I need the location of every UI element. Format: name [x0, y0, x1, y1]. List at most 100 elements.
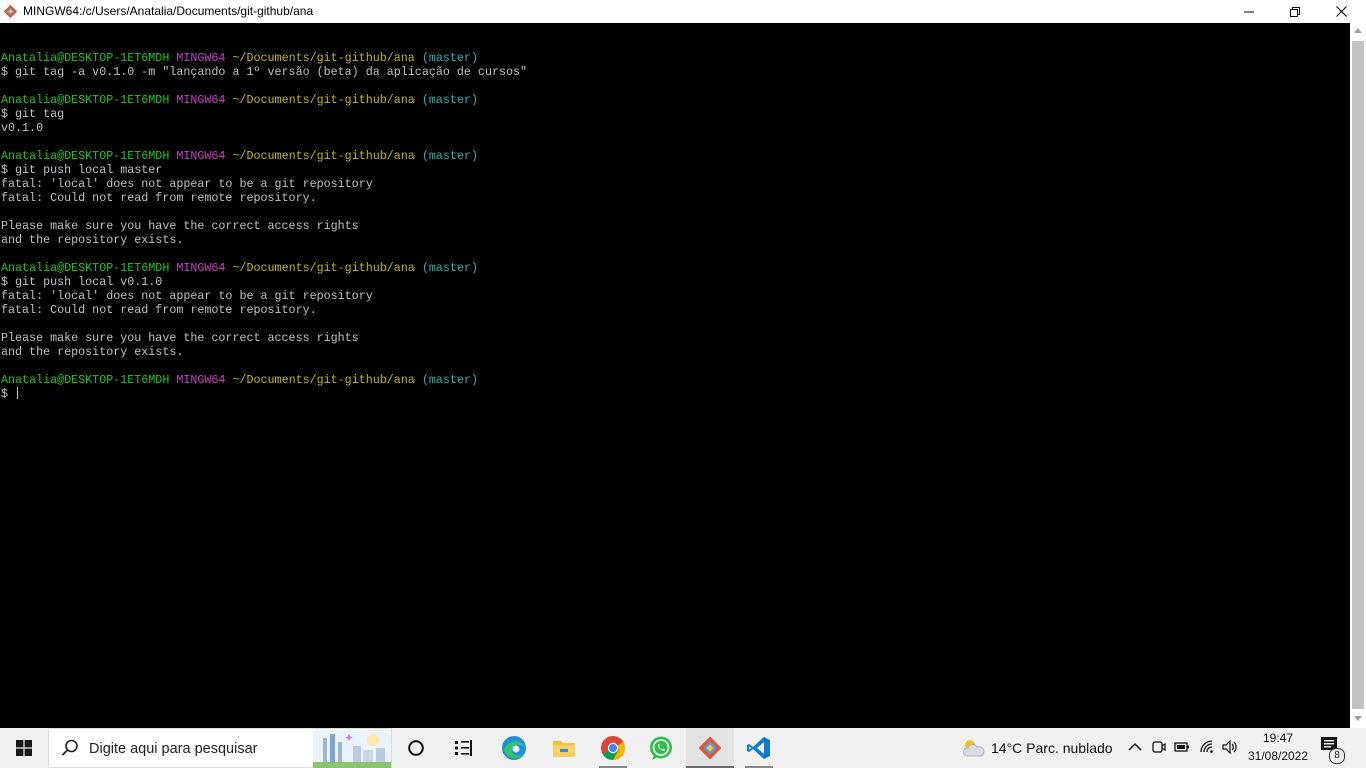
prompt-line: Anatalia@DESKTOP-1ET6MDH MINGW64 ~/Docum… [1, 373, 527, 387]
terminal-line: Please make sure you have the correct ac… [1, 219, 527, 233]
terminal-line-text: Please make sure you have the correct ac… [1, 219, 359, 233]
prompt-line: Anatalia@DESKTOP-1ET6MDH MINGW64 ~/Docum… [1, 261, 527, 275]
taskbar-vscode[interactable] [735, 728, 783, 768]
prompt-user-host: Anatalia@DESKTOP-1ET6MDH [1, 51, 170, 65]
prompt-branch: (master) [421, 93, 478, 107]
restore-icon [1290, 6, 1300, 17]
terminal-output-area[interactable]: Anatalia@DESKTOP-1ET6MDH MINGW64 ~/Docum… [0, 23, 1350, 728]
battery-icon[interactable] [1174, 739, 1190, 755]
vertical-scrollbar[interactable] [1350, 23, 1366, 728]
taskbar-whatsapp[interactable] [637, 728, 685, 768]
scroll-up-arrow-icon[interactable] [1354, 28, 1362, 33]
windows-logo-icon [16, 740, 32, 756]
terminal-line-text: and the repository exists. [1, 233, 184, 247]
vscode-icon [747, 737, 770, 759]
terminal-line-text: fatal: Could not read from remote reposi… [1, 191, 317, 205]
prompt-branch: (master) [421, 373, 478, 387]
meet-now-icon[interactable] [1152, 739, 1166, 755]
terminal-line: fatal: 'local' does not appear to be a g… [1, 289, 527, 303]
weather-text[interactable]: 14°C Parc. nublado [991, 740, 1113, 756]
taskbar-task-view[interactable] [392, 728, 440, 768]
minimize-button[interactable] [1226, 0, 1272, 23]
whatsapp-icon [650, 736, 672, 760]
prompt-env: MINGW64 [176, 51, 226, 65]
edge-icon [502, 736, 526, 760]
close-button[interactable] [1318, 0, 1364, 23]
scroll-down-arrow-icon[interactable] [1354, 716, 1362, 721]
search-icon [61, 739, 78, 756]
terminal-line-text: fatal: 'local' does not appear to be a g… [1, 289, 373, 303]
prompt-path: ~/Documents/git-github/ana [232, 261, 415, 275]
search-highlight-illustration-icon [313, 730, 391, 768]
terminal-line-text: and the repository exists. [1, 345, 184, 359]
prompt-env: MINGW64 [176, 373, 226, 387]
terminal-line-text: $ [1, 387, 16, 401]
scrollbar-thumb[interactable] [1352, 41, 1364, 709]
terminal-line: Please make sure you have the correct ac… [1, 331, 527, 345]
prompt-path: ~/Documents/git-github/ana [232, 149, 415, 163]
prompt-path: ~/Documents/git-github/ana [232, 373, 415, 387]
system-tray: 14°C Parc. nublado 19:47 31/08/2022 8 [955, 728, 1366, 768]
terminal-line: $ git push local master [1, 163, 527, 177]
taskbar-chrome[interactable] [589, 728, 637, 768]
taskbar-edge[interactable] [490, 728, 538, 768]
current-input-line: $ [1, 387, 527, 401]
prompt-user-host: Anatalia@DESKTOP-1ET6MDH [1, 261, 170, 275]
prompt-path: ~/Documents/git-github/ana [232, 93, 415, 107]
prompt-user-host: Anatalia@DESKTOP-1ET6MDH [1, 149, 170, 163]
terminal-line: $ git tag [1, 107, 527, 121]
title-bar[interactable]: MINGW64:/c/Users/Anatalia/Documents/git-… [0, 0, 1366, 23]
prompt-branch: (master) [421, 261, 478, 275]
start-button[interactable] [0, 728, 48, 768]
terminal-line: and the repository exists. [1, 233, 527, 247]
terminal-line-text: v0.1.0 [1, 121, 44, 135]
prompt-user-host: Anatalia@DESKTOP-1ET6MDH [1, 93, 170, 107]
terminal-line-text: $ git push local v0.1.0 [1, 275, 163, 289]
terminal-line: fatal: Could not read from remote reposi… [1, 191, 527, 205]
folder-icon [553, 741, 575, 757]
chrome-icon [601, 736, 626, 760]
text-cursor [17, 387, 19, 399]
taskbar-git-bash[interactable] [686, 728, 734, 768]
prompt-branch: (master) [421, 149, 478, 163]
git-bash-app-icon [3, 4, 18, 19]
restore-button[interactable] [1272, 0, 1318, 23]
prompt-env: MINGW64 [176, 149, 226, 163]
taskbar: Digite aqui para pesquisar 14°C Parc. nu… [0, 728, 1366, 768]
wifi-icon[interactable] [1199, 739, 1215, 755]
clock-time[interactable]: 19:47 [1245, 731, 1311, 746]
terminal-line-text: fatal: Could not read from remote reposi… [1, 303, 317, 317]
terminal-line-text: $ git push local master [1, 163, 163, 177]
taskbar-widgets[interactable] [440, 728, 488, 768]
terminal-lines: Anatalia@DESKTOP-1ET6MDH MINGW64 ~/Docum… [1, 37, 527, 401]
git-icon [698, 736, 722, 760]
prompt-user-host: Anatalia@DESKTOP-1ET6MDH [1, 373, 170, 387]
prompt-line: Anatalia@DESKTOP-1ET6MDH MINGW64 ~/Docum… [1, 51, 527, 65]
prompt-branch: (master) [421, 51, 478, 65]
prompt-line: Anatalia@DESKTOP-1ET6MDH MINGW64 ~/Docum… [1, 149, 527, 163]
close-icon [1335, 6, 1347, 17]
partly-cloudy-icon [963, 740, 985, 757]
clock-date[interactable]: 31/08/2022 [1245, 749, 1311, 764]
prompt-env: MINGW64 [176, 261, 226, 275]
window-title: MINGW64:/c/Users/Anatalia/Documents/git-… [23, 4, 314, 18]
prompt-path: ~/Documents/git-github/ana [232, 51, 415, 65]
terminal-line: $ git tag -a v0.1.0 -m "lançando a 1º ve… [1, 65, 527, 79]
terminal-line: fatal: Could not read from remote reposi… [1, 303, 527, 317]
terminal-line-text: fatal: 'local' does not appear to be a g… [1, 177, 373, 191]
taskbar-search-box[interactable]: Digite aqui para pesquisar [48, 728, 392, 768]
task-view-icon [408, 740, 424, 756]
prompt-line: Anatalia@DESKTOP-1ET6MDH MINGW64 ~/Docum… [1, 93, 527, 107]
chevron-up-icon[interactable] [1128, 739, 1142, 755]
search-placeholder: Digite aqui para pesquisar [89, 741, 258, 757]
terminal-line: and the repository exists. [1, 345, 527, 359]
volume-icon[interactable] [1221, 739, 1239, 755]
terminal-line: v0.1.0 [1, 121, 527, 135]
taskbar-file-explorer[interactable] [540, 728, 588, 768]
widgets-icon [455, 740, 472, 756]
notification-badge: 8 [1329, 748, 1345, 764]
